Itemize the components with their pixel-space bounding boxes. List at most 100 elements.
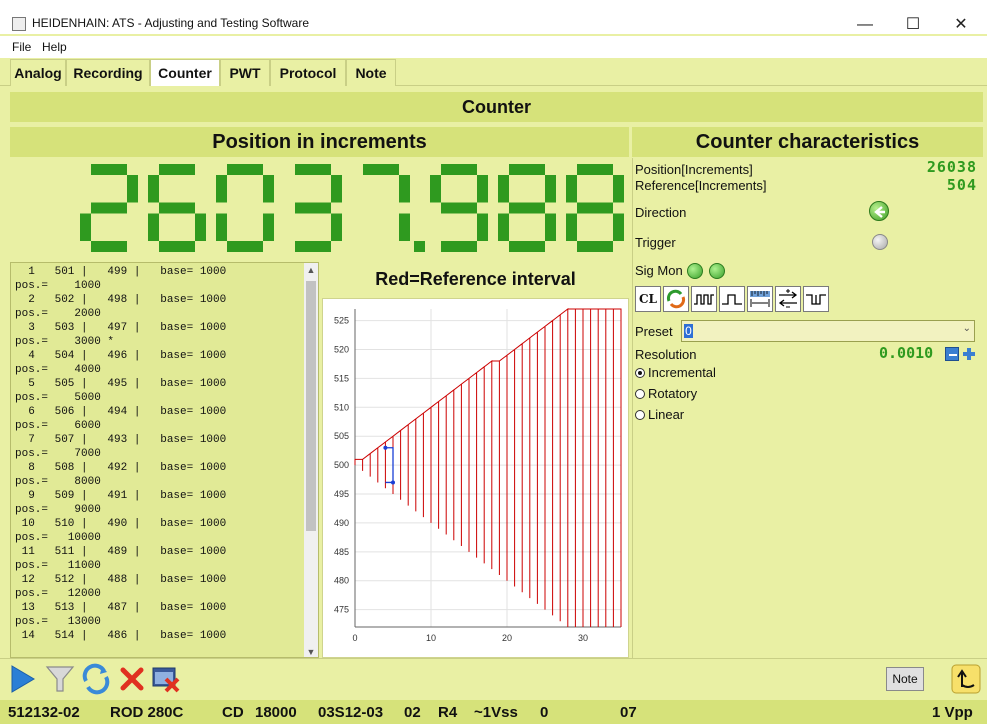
status-vss: ~1Vss xyxy=(474,704,518,721)
refresh-icon xyxy=(82,663,110,695)
radio-icon xyxy=(635,389,645,399)
application-window: HEIDENHAIN: ATS - Adjusting and Testing … xyxy=(0,0,987,724)
chart-title: Red=Reference interval xyxy=(322,262,629,296)
seven-segment-display xyxy=(80,164,624,252)
resolution-label: Resolution xyxy=(635,347,697,362)
marker-point xyxy=(383,445,388,450)
display-decimal-point xyxy=(414,241,425,252)
interval-button[interactable] xyxy=(747,286,773,312)
pulse-train-icon xyxy=(694,294,714,305)
tab-analog[interactable]: Analog xyxy=(10,59,66,86)
scroll-thumb[interactable] xyxy=(306,281,316,531)
tab-recording[interactable]: Recording xyxy=(66,59,150,86)
x-tick-label: 10 xyxy=(426,633,436,643)
stop-recording-button[interactable] xyxy=(150,663,182,695)
status-cd-value: 18000 xyxy=(255,704,297,721)
window-close-icon xyxy=(152,667,180,693)
x-tick-label: 30 xyxy=(578,633,588,643)
delete-button[interactable] xyxy=(116,663,148,695)
characteristics-header: Counter characteristics xyxy=(632,127,983,157)
log-scrollbar[interactable]: ▲ ▼ xyxy=(304,263,318,657)
tab-counter[interactable]: Counter xyxy=(150,59,220,86)
y-tick-label: 525 xyxy=(334,316,349,326)
sigmon-led-icon xyxy=(687,263,703,279)
sigmon-led-icon xyxy=(709,263,725,279)
y-tick-label: 510 xyxy=(334,402,349,412)
clear-button[interactable]: CL xyxy=(635,286,661,312)
scroll-down-icon[interactable]: ▼ xyxy=(304,645,318,657)
log-line: pos.= 4000 xyxy=(15,364,101,376)
menu-help[interactable]: Help xyxy=(42,40,67,54)
refresh-button[interactable] xyxy=(80,663,112,695)
direction-arrow-icon xyxy=(869,201,889,221)
log-line: pos.= 10000 xyxy=(15,532,101,544)
log-line: 3 503 | 497 | base= 1000 xyxy=(15,322,227,334)
status-code: 03S12-03 xyxy=(318,704,384,721)
option-linear[interactable]: Linear xyxy=(635,407,684,422)
radio-icon xyxy=(635,410,645,420)
position-label: Position[Increments] xyxy=(635,162,753,177)
radio-selected-icon xyxy=(635,368,645,378)
preset-value: 0 xyxy=(684,324,693,338)
menu-file[interactable]: File xyxy=(12,40,31,54)
log-line: pos.= 7000 xyxy=(15,448,101,460)
return-button[interactable] xyxy=(950,663,982,695)
resolution-decrease-button[interactable] xyxy=(945,347,959,361)
resolution-increase-button[interactable] xyxy=(961,346,977,362)
preset-input[interactable]: 0 ⌄ xyxy=(681,320,975,342)
return-arrow-icon xyxy=(951,664,981,694)
tab-note[interactable]: Note xyxy=(346,59,396,86)
pulse-train-button[interactable] xyxy=(691,286,717,312)
marker-point xyxy=(391,480,395,485)
log-line: pos.= 13000 xyxy=(15,616,101,628)
tab-bar: Analog Recording Counter PWT Protocol No… xyxy=(0,58,987,86)
counter-log[interactable]: 1 501 | 499 | base= 1000 pos.= 1000 2 502… xyxy=(10,262,319,658)
log-line: 7 507 | 493 | base= 1000 xyxy=(15,434,227,446)
y-tick-label: 485 xyxy=(334,547,349,557)
display-digit xyxy=(216,164,274,252)
play-button[interactable] xyxy=(6,663,38,695)
page-banner: Counter xyxy=(10,92,983,122)
status-n1: 02 xyxy=(404,704,421,721)
window-title: HEIDENHAIN: ATS - Adjusting and Testing … xyxy=(32,16,310,30)
tab-pwt[interactable]: PWT xyxy=(220,59,270,86)
direction-toggle-button[interactable] xyxy=(775,286,801,312)
scroll-up-icon[interactable]: ▲ xyxy=(304,263,318,277)
x-tick-label: 0 xyxy=(352,633,357,643)
log-line: 1 501 | 499 | base= 1000 xyxy=(15,266,227,278)
tab-protocol[interactable]: Protocol xyxy=(270,59,346,86)
sigmon-label: Sig Mon xyxy=(635,263,683,278)
y-tick-label: 505 xyxy=(334,431,349,441)
single-pulse-button[interactable] xyxy=(719,286,745,312)
y-tick-label: 520 xyxy=(334,344,349,354)
option-incremental[interactable]: Incremental xyxy=(635,365,716,380)
log-line: 11 511 | 489 | base= 1000 xyxy=(15,546,227,558)
reference-pulse-button[interactable] xyxy=(803,286,829,312)
log-line: 2 502 | 498 | base= 1000 xyxy=(15,294,227,306)
characteristics-panel: Position[Increments] 26038 Reference[Inc… xyxy=(632,158,983,658)
log-line: 14 514 | 486 | base= 1000 xyxy=(15,630,227,642)
reference-label: Reference[Increments] xyxy=(635,178,767,193)
filter-button[interactable] xyxy=(44,663,76,695)
title-bar: HEIDENHAIN: ATS - Adjusting and Testing … xyxy=(0,0,987,34)
trigger-led-icon xyxy=(872,234,888,250)
status-n2: 07 xyxy=(620,704,637,721)
status-zero: 0 xyxy=(540,704,549,721)
log-line: 8 508 | 492 | base= 1000 xyxy=(15,462,227,474)
reference-pulse-icon xyxy=(806,294,826,305)
ruler-icon xyxy=(750,291,770,307)
note-button[interactable]: Note xyxy=(886,667,924,691)
single-pulse-icon xyxy=(722,294,742,305)
option-rotatory[interactable]: Rotatory xyxy=(635,386,697,401)
reference-interval-series xyxy=(354,307,622,627)
direction-label: Direction xyxy=(635,205,687,220)
reset-counter-button[interactable] xyxy=(663,286,689,312)
x-tick-label: 20 xyxy=(502,633,512,643)
chevron-down-icon[interactable]: ⌄ xyxy=(963,323,971,334)
status-r: R4 xyxy=(438,704,458,721)
y-tick-label: 480 xyxy=(334,576,349,586)
status-model: ROD 280C xyxy=(110,704,184,721)
position-readout: 26038 xyxy=(926,158,977,176)
trigger-label: Trigger xyxy=(635,235,676,250)
preset-label: Preset xyxy=(635,324,673,339)
